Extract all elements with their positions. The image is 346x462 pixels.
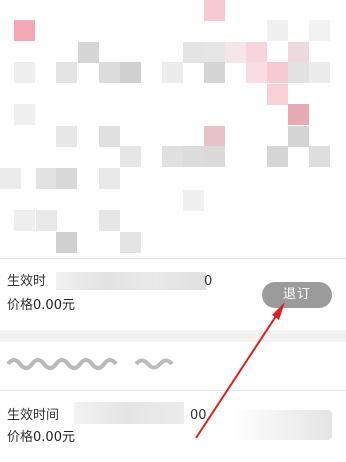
annotation-arrow: [195, 302, 285, 439]
